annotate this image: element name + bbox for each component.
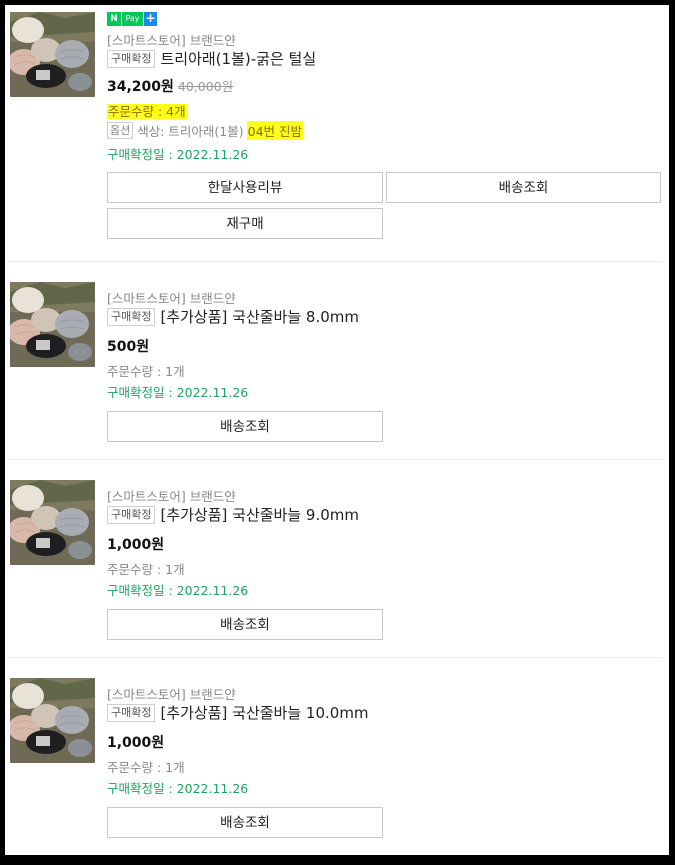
price: 34,200원: [107, 79, 174, 95]
plus-icon: +: [144, 11, 157, 26]
confirm-date: 구매확정일 : 2022.11.26: [107, 385, 249, 400]
quantity-highlight: 주문수량 : 4개: [107, 104, 187, 119]
price-row: 500원: [107, 336, 149, 356]
product-title[interactable]: [추가상품] 국산줄바늘 9.0mm: [160, 504, 359, 525]
product-title[interactable]: 트리아래(1볼)-굵은 털실: [160, 48, 316, 69]
review-button[interactable]: 한달사용리뷰: [107, 172, 383, 203]
price-row: 1,000원: [107, 534, 164, 554]
price: 1,000원: [107, 537, 165, 553]
price: 500원: [107, 339, 150, 355]
divider: [8, 261, 663, 262]
title-row: 구매확정 [추가상품] 국산줄바늘 9.0mm: [107, 504, 359, 525]
order-quantity: 주문수량 : 1개: [107, 364, 185, 379]
order-item: [스마트스토어] 브랜드얀 구매확정 [추가상품] 국산줄바늘 9.0mm 1,…: [5, 473, 669, 657]
track-delivery-button[interactable]: 배송조회: [107, 609, 383, 640]
order-item: [스마트스토어] 브랜드얀 구매확정 [추가상품] 국산줄바늘 8.0mm 50…: [5, 275, 669, 459]
npay-label: Pay: [121, 12, 143, 26]
product-thumbnail[interactable]: [10, 480, 95, 565]
original-price: 40,000원: [177, 79, 234, 94]
divider: [8, 657, 663, 658]
price-row: 1,000원: [107, 732, 164, 752]
status-badge: 구매확정: [107, 49, 156, 68]
store-name[interactable]: [스마트스토어] 브랜드얀: [107, 288, 236, 307]
order-quantity: 주문수량 : 1개: [107, 760, 185, 775]
store-name[interactable]: [스마트스토어] 브랜드얀: [107, 684, 236, 703]
order-quantity: 주문수량 : 1개: [107, 562, 185, 577]
option-highlight: 04번 진밤: [246, 121, 304, 140]
product-thumbnail[interactable]: [10, 12, 95, 97]
status-badge: 구매확정: [107, 703, 156, 722]
title-row: 구매확정 [추가상품] 국산줄바늘 10.0mm: [107, 702, 369, 723]
product-thumbnail[interactable]: [10, 282, 95, 367]
status-badge: 구매확정: [107, 505, 156, 524]
divider: [8, 459, 663, 460]
price: 1,000원: [107, 735, 165, 751]
track-delivery-button[interactable]: 배송조회: [107, 807, 383, 838]
option-text: 색상: 트리아래(1볼): [137, 124, 244, 139]
option-row: 옵션 색상: 트리아래(1볼) 04번 진밤: [107, 121, 304, 140]
confirm-date: 구매확정일 : 2022.11.26: [107, 583, 249, 598]
option-badge: 옵션: [107, 122, 134, 139]
price-row: 34,200원 40,000원: [107, 76, 233, 96]
order-quantity: 주문수량 : 4개: [107, 101, 187, 120]
track-delivery-button[interactable]: 배송조회: [386, 172, 661, 203]
order-list-frame: N Pay + [스마트스토어] 브랜드얀 구매확정 트리아래(1볼)-굵은 털…: [5, 5, 669, 855]
title-row: 구매확정 트리아래(1볼)-굵은 털실: [107, 48, 316, 69]
track-delivery-button[interactable]: 배송조회: [107, 411, 383, 442]
order-item: [스마트스토어] 브랜드얀 구매확정 [추가상품] 국산줄바늘 10.0mm 1…: [5, 671, 669, 855]
product-title[interactable]: [추가상품] 국산줄바늘 10.0mm: [160, 702, 368, 723]
store-name[interactable]: [스마트스토어] 브랜드얀: [107, 486, 236, 505]
store-name[interactable]: [스마트스토어] 브랜드얀: [107, 30, 236, 49]
product-title[interactable]: [추가상품] 국산줄바늘 8.0mm: [160, 306, 359, 327]
confirm-date: 구매확정일 : 2022.11.26: [107, 781, 249, 796]
status-badge: 구매확정: [107, 307, 156, 326]
product-thumbnail[interactable]: [10, 678, 95, 763]
confirm-date: 구매확정일 : 2022.11.26: [107, 147, 249, 162]
npay-plus-icon: N Pay +: [107, 12, 157, 26]
npay-n-icon: N: [107, 12, 121, 26]
title-row: 구매확정 [추가상품] 국산줄바늘 8.0mm: [107, 306, 359, 327]
repurchase-button[interactable]: 재구매: [107, 208, 383, 239]
order-item: N Pay + [스마트스토어] 브랜드얀 구매확정 트리아래(1볼)-굵은 털…: [5, 5, 669, 261]
